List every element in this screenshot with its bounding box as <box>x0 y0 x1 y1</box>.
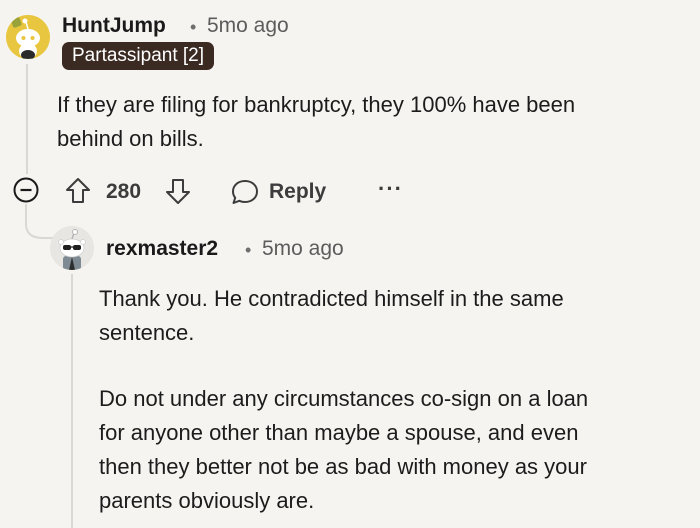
comment-timestamp[interactable]: 5mo ago <box>207 14 289 38</box>
thread-branch-curve <box>25 204 53 239</box>
collapse-icon <box>13 177 39 203</box>
reply-body-line: Thank you. He contradicted himself in th… <box>99 286 564 311</box>
comment-body: If they are filing for bankruptcy, they … <box>57 88 687 156</box>
downvote-button[interactable] <box>164 176 192 206</box>
reply-body-line: sentence. <box>99 320 195 345</box>
reply-body-line: Do not under any circumstances co-sign o… <box>99 386 589 411</box>
user-flair-badge: Partassipant [2] <box>62 42 215 70</box>
meta-separator: • <box>245 240 252 260</box>
avatar[interactable] <box>6 15 50 59</box>
reply-body-line: parents obviously are. <box>99 488 315 513</box>
reply-author[interactable]: rexmaster2 <box>106 237 218 261</box>
thread-line-main[interactable] <box>26 64 28 174</box>
reply-body: Thank you. He contradicted himself in th… <box>99 282 694 518</box>
collapse-thread-button[interactable] <box>13 177 39 203</box>
meta-separator: • <box>190 17 197 37</box>
reply-avatar[interactable] <box>50 226 94 270</box>
snoo-avatar-icon <box>6 15 50 59</box>
upvote-button[interactable] <box>64 176 92 206</box>
more-options-button[interactable]: ··· <box>378 176 408 204</box>
thread-line-reply[interactable] <box>71 274 73 528</box>
reply-body-line: then they better not be as bad with mone… <box>99 454 587 479</box>
comment-body-line: behind on bills. <box>57 126 204 151</box>
reply-button[interactable]: Reply <box>230 176 340 208</box>
reply-body-line: for anyone other than maybe a spouse, an… <box>99 420 579 445</box>
snoo-sunglasses-avatar-icon <box>50 226 94 270</box>
upvote-icon <box>66 178 90 203</box>
comment-author[interactable]: HuntJump <box>62 14 166 38</box>
downvote-icon <box>166 179 190 204</box>
vote-count: 280 <box>106 180 142 203</box>
comment-body-line: If they are filing for bankruptcy, they … <box>57 92 576 117</box>
reply-label: Reply <box>269 180 327 203</box>
reply-bubble-icon <box>232 180 258 204</box>
more-icon: ··· <box>378 176 403 201</box>
reply-timestamp[interactable]: 5mo ago <box>262 237 344 261</box>
